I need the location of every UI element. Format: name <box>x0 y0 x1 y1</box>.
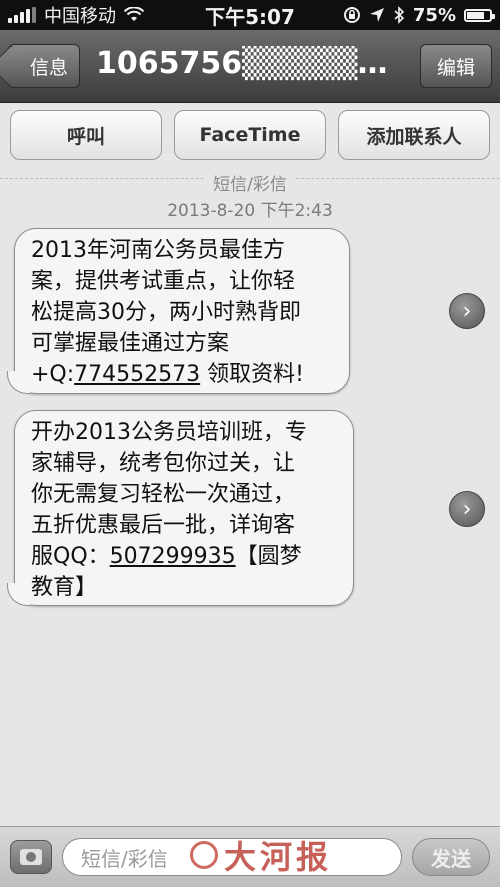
message-line: +Q:774552573 领取资料! <box>31 362 304 387</box>
message-line: 开办2013公务员培训班，专 <box>31 420 307 445</box>
message-line: 五折优惠最后一批，详询客 <box>31 513 296 538</box>
camera-button[interactable] <box>10 840 52 874</box>
message-bubble[interactable]: 2013年河南公务员最佳方 案，提供考试重点，让你轻 松提高30分，两小时熟背即… <box>7 228 350 394</box>
clock: 下午5:07 <box>205 4 295 29</box>
screen: 中国移动 下午5:07 75% 信息 1065756▒▒▒▒▒70 编辑 呼叫 … <box>0 0 500 887</box>
forward-arrow-icon[interactable]: › <box>449 293 485 329</box>
message-line: 2013年河南公务员最佳方 <box>31 238 285 263</box>
battery-percent: 75% <box>412 4 456 26</box>
edit-button[interactable]: 编辑 <box>420 44 492 88</box>
message-line: 你无需复习轻松一次通过， <box>31 482 296 507</box>
signal-icon <box>8 7 36 23</box>
message-line: 服QQ：507299935【圆梦 <box>31 544 302 569</box>
message-type-label: 短信/彩信 <box>0 170 500 195</box>
battery-icon <box>464 8 495 22</box>
bluetooth-icon <box>394 6 405 24</box>
call-button[interactable]: 呼叫 <box>10 110 162 160</box>
message-line: 案，提供考试重点，让你轻 <box>31 269 296 294</box>
qq-number-link[interactable]: 774552573 <box>74 362 200 387</box>
carrier-label: 中国移动 <box>44 6 116 27</box>
newspaper-logo-icon <box>190 841 218 869</box>
add-contact-button[interactable]: 添加联系人 <box>338 110 490 160</box>
rotation-lock-icon <box>343 7 360 23</box>
conversation-title: 1065756▒▒▒▒▒702... <box>96 46 406 81</box>
message-line: 家辅导，统考包你过关，让 <box>31 451 296 476</box>
forward-arrow-icon[interactable]: › <box>449 491 485 527</box>
message-line: 松提高30分，两小时熟背即 <box>31 300 301 325</box>
status-bar: 中国移动 下午5:07 75% <box>0 0 500 30</box>
navigation-bar: 信息 1065756▒▒▒▒▒702... 编辑 <box>0 30 500 103</box>
qq-number-link[interactable]: 507299935 <box>110 544 236 569</box>
facetime-button[interactable]: FaceTime <box>174 110 326 160</box>
location-icon <box>369 8 384 22</box>
message-bubble[interactable]: 开办2013公务员培训班，专 家辅导，统考包你过关，让 你无需复习轻松一次通过，… <box>7 410 354 606</box>
back-button[interactable]: 信息 <box>8 44 80 88</box>
watermark: 大河报 <box>190 832 332 878</box>
send-button[interactable]: 发送 <box>412 838 490 876</box>
message-line: 教育】 <box>31 575 98 600</box>
message-input-placeholder: 短信/彩信 <box>81 846 168 871</box>
message-line: 可掌握最佳通过方案 <box>31 331 230 356</box>
message-timestamp: 2013-8-20 下午2:43 <box>167 201 333 221</box>
wifi-icon <box>124 7 144 21</box>
camera-icon <box>20 849 42 865</box>
contact-actions: 呼叫 FaceTime 添加联系人 <box>0 110 500 162</box>
